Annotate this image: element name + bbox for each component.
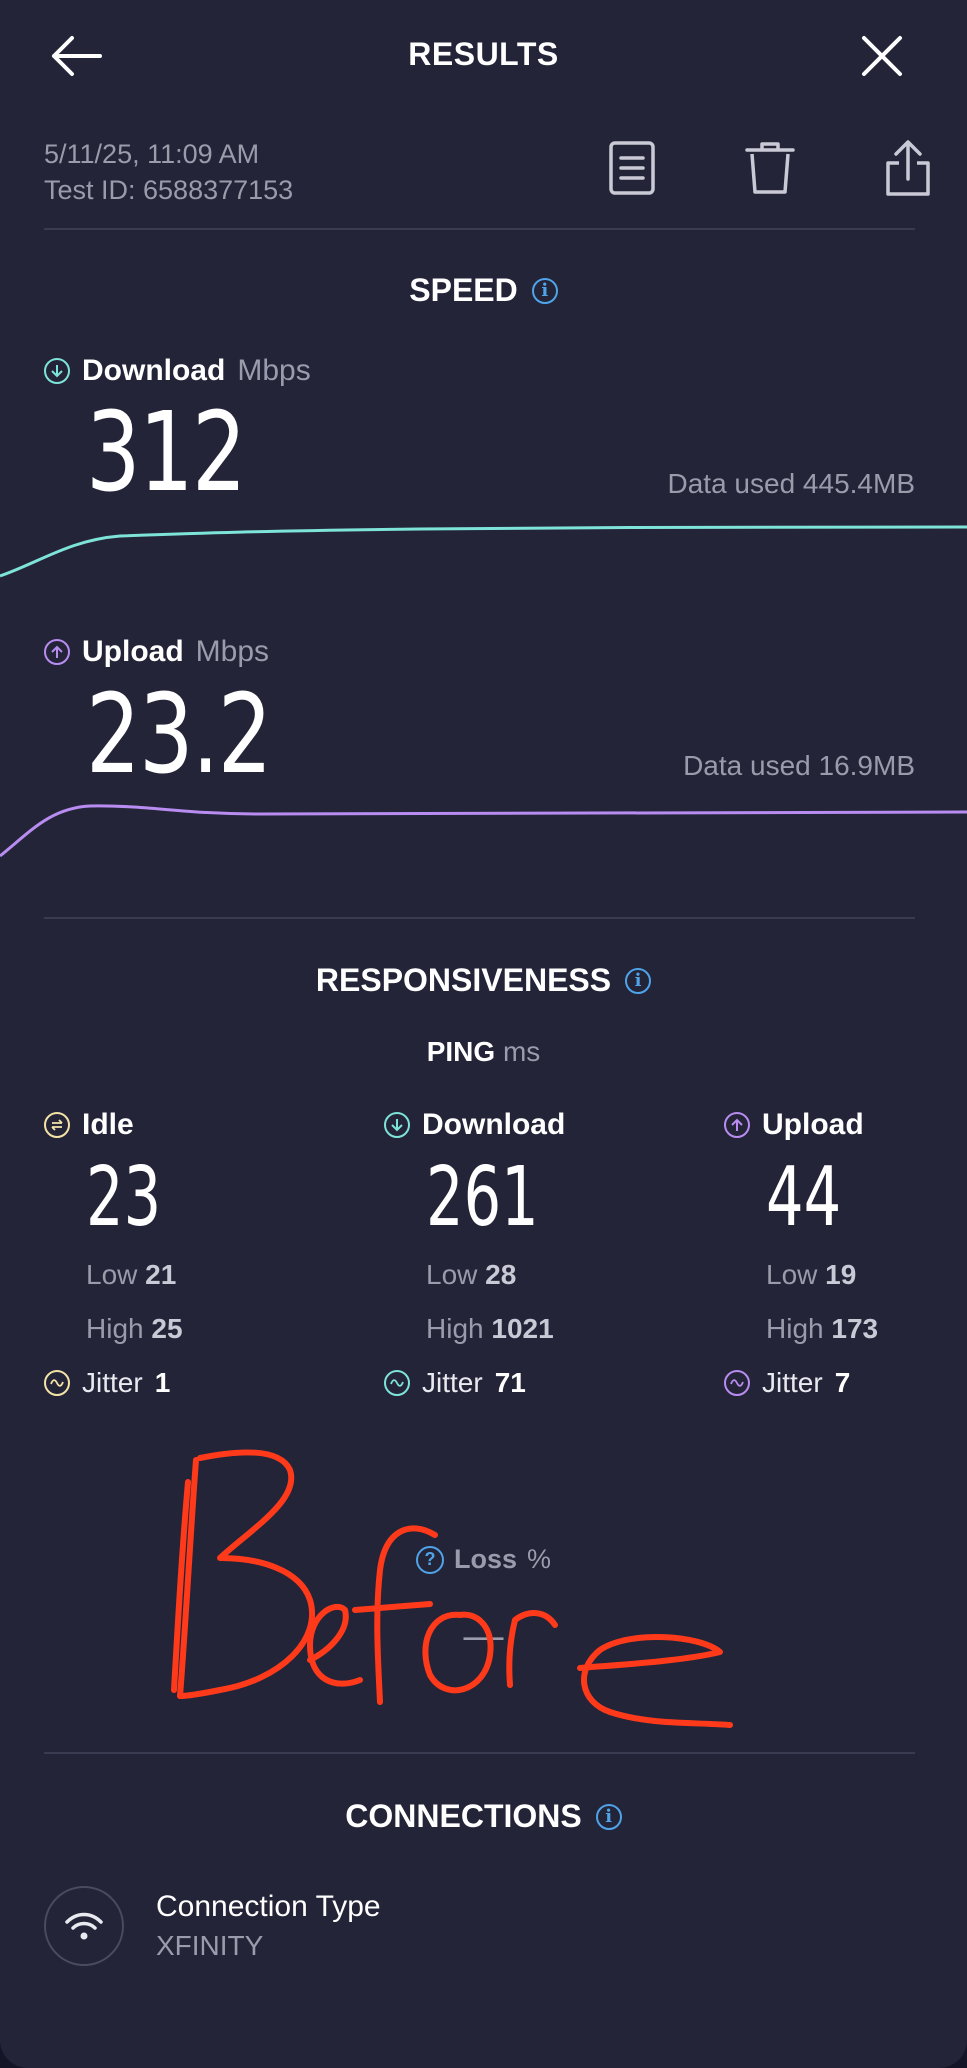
download-high: High 1021 xyxy=(426,1313,554,1344)
idle-ping-value: 23 xyxy=(86,1150,162,1245)
speed-title: SPEED xyxy=(409,272,518,308)
jitter-icon xyxy=(724,1370,750,1396)
connections-title: CONNECTIONS xyxy=(345,1798,582,1834)
details-button[interactable] xyxy=(600,136,664,200)
download-label-text: Download xyxy=(82,354,226,387)
download-label: Download Mbps xyxy=(44,354,311,388)
page-title: RESULTS xyxy=(408,36,559,72)
download-ping-label-text: Download xyxy=(422,1108,566,1141)
idle-jitter: Jitter 1 xyxy=(44,1356,344,1410)
download-speed-graph xyxy=(0,525,967,578)
test-id: Test ID: 6588377153 xyxy=(44,175,294,205)
download-jitter: Jitter 71 xyxy=(384,1356,684,1410)
ping-upload-column: Upload 44 Low 19 High 173 Jitter 7 xyxy=(724,1108,964,1410)
upload-speed-value: 23.2 xyxy=(86,670,272,798)
upload-label: Upload Mbps xyxy=(44,635,269,669)
ping-upload-label: Upload xyxy=(724,1108,964,1142)
handwritten-before-annotation xyxy=(171,1449,733,1728)
upload-label-text: Upload xyxy=(82,635,184,668)
upload-arrow-icon xyxy=(44,639,70,665)
ping-heading: PING ms xyxy=(0,1036,967,1068)
divider xyxy=(44,228,915,230)
document-icon xyxy=(609,141,655,195)
download-arrow-icon xyxy=(44,358,70,384)
speed-info-icon[interactable]: i xyxy=(531,277,558,304)
upload-speed-graph xyxy=(0,804,967,858)
connections-info-icon[interactable]: i xyxy=(595,1803,622,1830)
ping-idle-column: Idle 23 Low 21 High 25 Jitter 1 xyxy=(44,1108,344,1410)
delete-button[interactable] xyxy=(738,136,802,200)
upload-ping-value: 44 xyxy=(766,1150,842,1245)
wifi-icon xyxy=(65,1912,103,1940)
download-low: Low 28 xyxy=(426,1259,517,1290)
results-screen: RESULTS 5/11/25, 11:09 AM Test ID: 65883… xyxy=(0,0,967,2068)
connections-section-title: CONNECTIONS i xyxy=(0,1798,967,1835)
responsiveness-title: RESPONSIVENESS xyxy=(315,962,612,998)
share-icon xyxy=(886,140,930,196)
test-datetime: 5/11/25, 11:09 AM xyxy=(44,139,260,169)
ping-download-label: Download xyxy=(384,1108,684,1142)
responsiveness-section-title: RESPONSIVENESS i xyxy=(0,962,967,999)
connection-type-value: XFINITY xyxy=(156,1930,264,1961)
download-arrow-icon xyxy=(384,1112,410,1138)
speed-section-title: SPEED i xyxy=(0,272,967,309)
upload-ping-label-text: Upload xyxy=(762,1108,864,1141)
upload-data-used: Data used 16.9MB xyxy=(683,750,915,781)
ping-download-column: Download 261 Low 28 High 1021 Jitter 71 xyxy=(384,1108,684,1410)
share-button[interactable] xyxy=(876,136,940,200)
responsiveness-info-icon[interactable]: i xyxy=(625,967,652,994)
upload-unit: Mbps xyxy=(195,635,270,668)
upload-low: Low 19 xyxy=(766,1259,857,1290)
ping-idle-label: Idle xyxy=(44,1108,344,1142)
download-speed-value: 312 xyxy=(86,388,247,516)
ping-unit: ms xyxy=(502,1036,541,1067)
wifi-icon-container xyxy=(44,1886,124,1966)
download-data-used: Data used 445.4MB xyxy=(667,468,916,499)
idle-low: Low 21 xyxy=(86,1259,177,1290)
test-meta: 5/11/25, 11:09 AM Test ID: 6588377153 xyxy=(44,136,293,208)
connection-type-label: Connection Type xyxy=(156,1890,381,1923)
download-unit: Mbps xyxy=(237,354,311,387)
divider xyxy=(44,917,915,919)
jitter-icon xyxy=(384,1370,410,1396)
upload-jitter: Jitter 7 xyxy=(724,1356,964,1410)
upload-arrow-icon xyxy=(724,1112,750,1138)
ping-label: PING xyxy=(426,1036,496,1067)
divider xyxy=(44,1752,915,1754)
trash-icon xyxy=(745,142,795,194)
idle-high: High 25 xyxy=(86,1313,183,1344)
jitter-icon xyxy=(44,1370,70,1396)
download-ping-value: 261 xyxy=(426,1150,539,1245)
upload-high: High 173 xyxy=(766,1313,879,1344)
close-button[interactable] xyxy=(850,24,914,88)
idle-label-text: Idle xyxy=(82,1108,134,1141)
idle-icon xyxy=(44,1112,70,1138)
close-icon xyxy=(862,36,902,76)
